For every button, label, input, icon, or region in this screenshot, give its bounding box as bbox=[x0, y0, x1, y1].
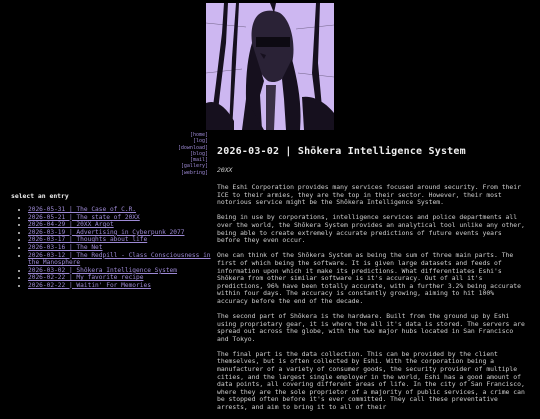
list-item: 2026-03-12 | The Redpill - Class Conscio… bbox=[28, 252, 218, 267]
post-paragraph: One can think of the Shōkera System as b… bbox=[217, 251, 521, 305]
entries-heading: select an entry bbox=[11, 192, 69, 200]
post-era: 20XX bbox=[217, 165, 233, 174]
header-image bbox=[206, 3, 334, 130]
entry-link[interactable]: 2026-03-16 | The Net bbox=[28, 244, 103, 251]
entry-link[interactable]: 2026-04-29 | 20XX Argot bbox=[28, 221, 114, 228]
entry-link[interactable]: 2026-05-21 | The state of 20XX bbox=[28, 214, 140, 221]
list-item: 2026-03-19 | Advertising in Cyberpunk 20… bbox=[28, 229, 218, 237]
list-item: 2026-03-16 | The Net bbox=[28, 244, 218, 252]
list-item: 2026-04-29 | 20XX Argot bbox=[28, 221, 218, 229]
post-paragraph: Being in use by corporations, intelligen… bbox=[217, 213, 525, 245]
entry-link[interactable]: 2026-03-02 | Shōkera Intelligence System bbox=[28, 267, 177, 274]
entry-link[interactable]: 2026-05-31 | The Case of C.R. bbox=[28, 206, 136, 213]
list-item: 2026-05-21 | The state of 20XX bbox=[28, 214, 218, 222]
entry-list: 2026-05-31 | The Case of C.R. 2026-05-21… bbox=[20, 206, 218, 290]
entry-link[interactable]: 2026-03-19 | Advertising in Cyberpunk 20… bbox=[28, 229, 184, 236]
list-item: 2026-02-22 | My favorite recipe bbox=[28, 274, 218, 282]
entry-link[interactable]: 2026-02-22 | My favorite recipe bbox=[28, 274, 143, 281]
entry-link[interactable]: 2026-02-22 | Waitin' For Memories bbox=[28, 282, 151, 289]
entry-link[interactable]: 2026-03-12 | The Redpill - Class Conscio… bbox=[28, 252, 211, 267]
post-title: 2026-03-02 | Shōkera Intelligence System bbox=[217, 146, 466, 157]
list-item: 2026-03-17 | Thoughts about life bbox=[28, 236, 218, 244]
post-paragraph: The Eshi Corporation provides many servi… bbox=[217, 183, 521, 207]
post-paragraph: The final part is the data collection. T… bbox=[217, 349, 525, 412]
entry-link[interactable]: 2026-03-17 | Thoughts about life bbox=[28, 236, 147, 243]
list-item: 2026-03-02 | Shōkera Intelligence System bbox=[28, 267, 218, 275]
list-item: 2026-02-22 | Waitin' For Memories bbox=[28, 282, 218, 290]
blog-post: 2026-03-02 | Shōkera Intelligence System… bbox=[217, 146, 525, 419]
nav-link-webring[interactable]: [webring] bbox=[150, 170, 208, 176]
list-item: 2026-05-31 | The Case of C.R. bbox=[28, 206, 218, 214]
side-navigation: [home] [log] [download] [blog] [mail] [g… bbox=[150, 132, 208, 176]
post-paragraph: The second part of Shōkera is the hardwa… bbox=[217, 312, 525, 343]
